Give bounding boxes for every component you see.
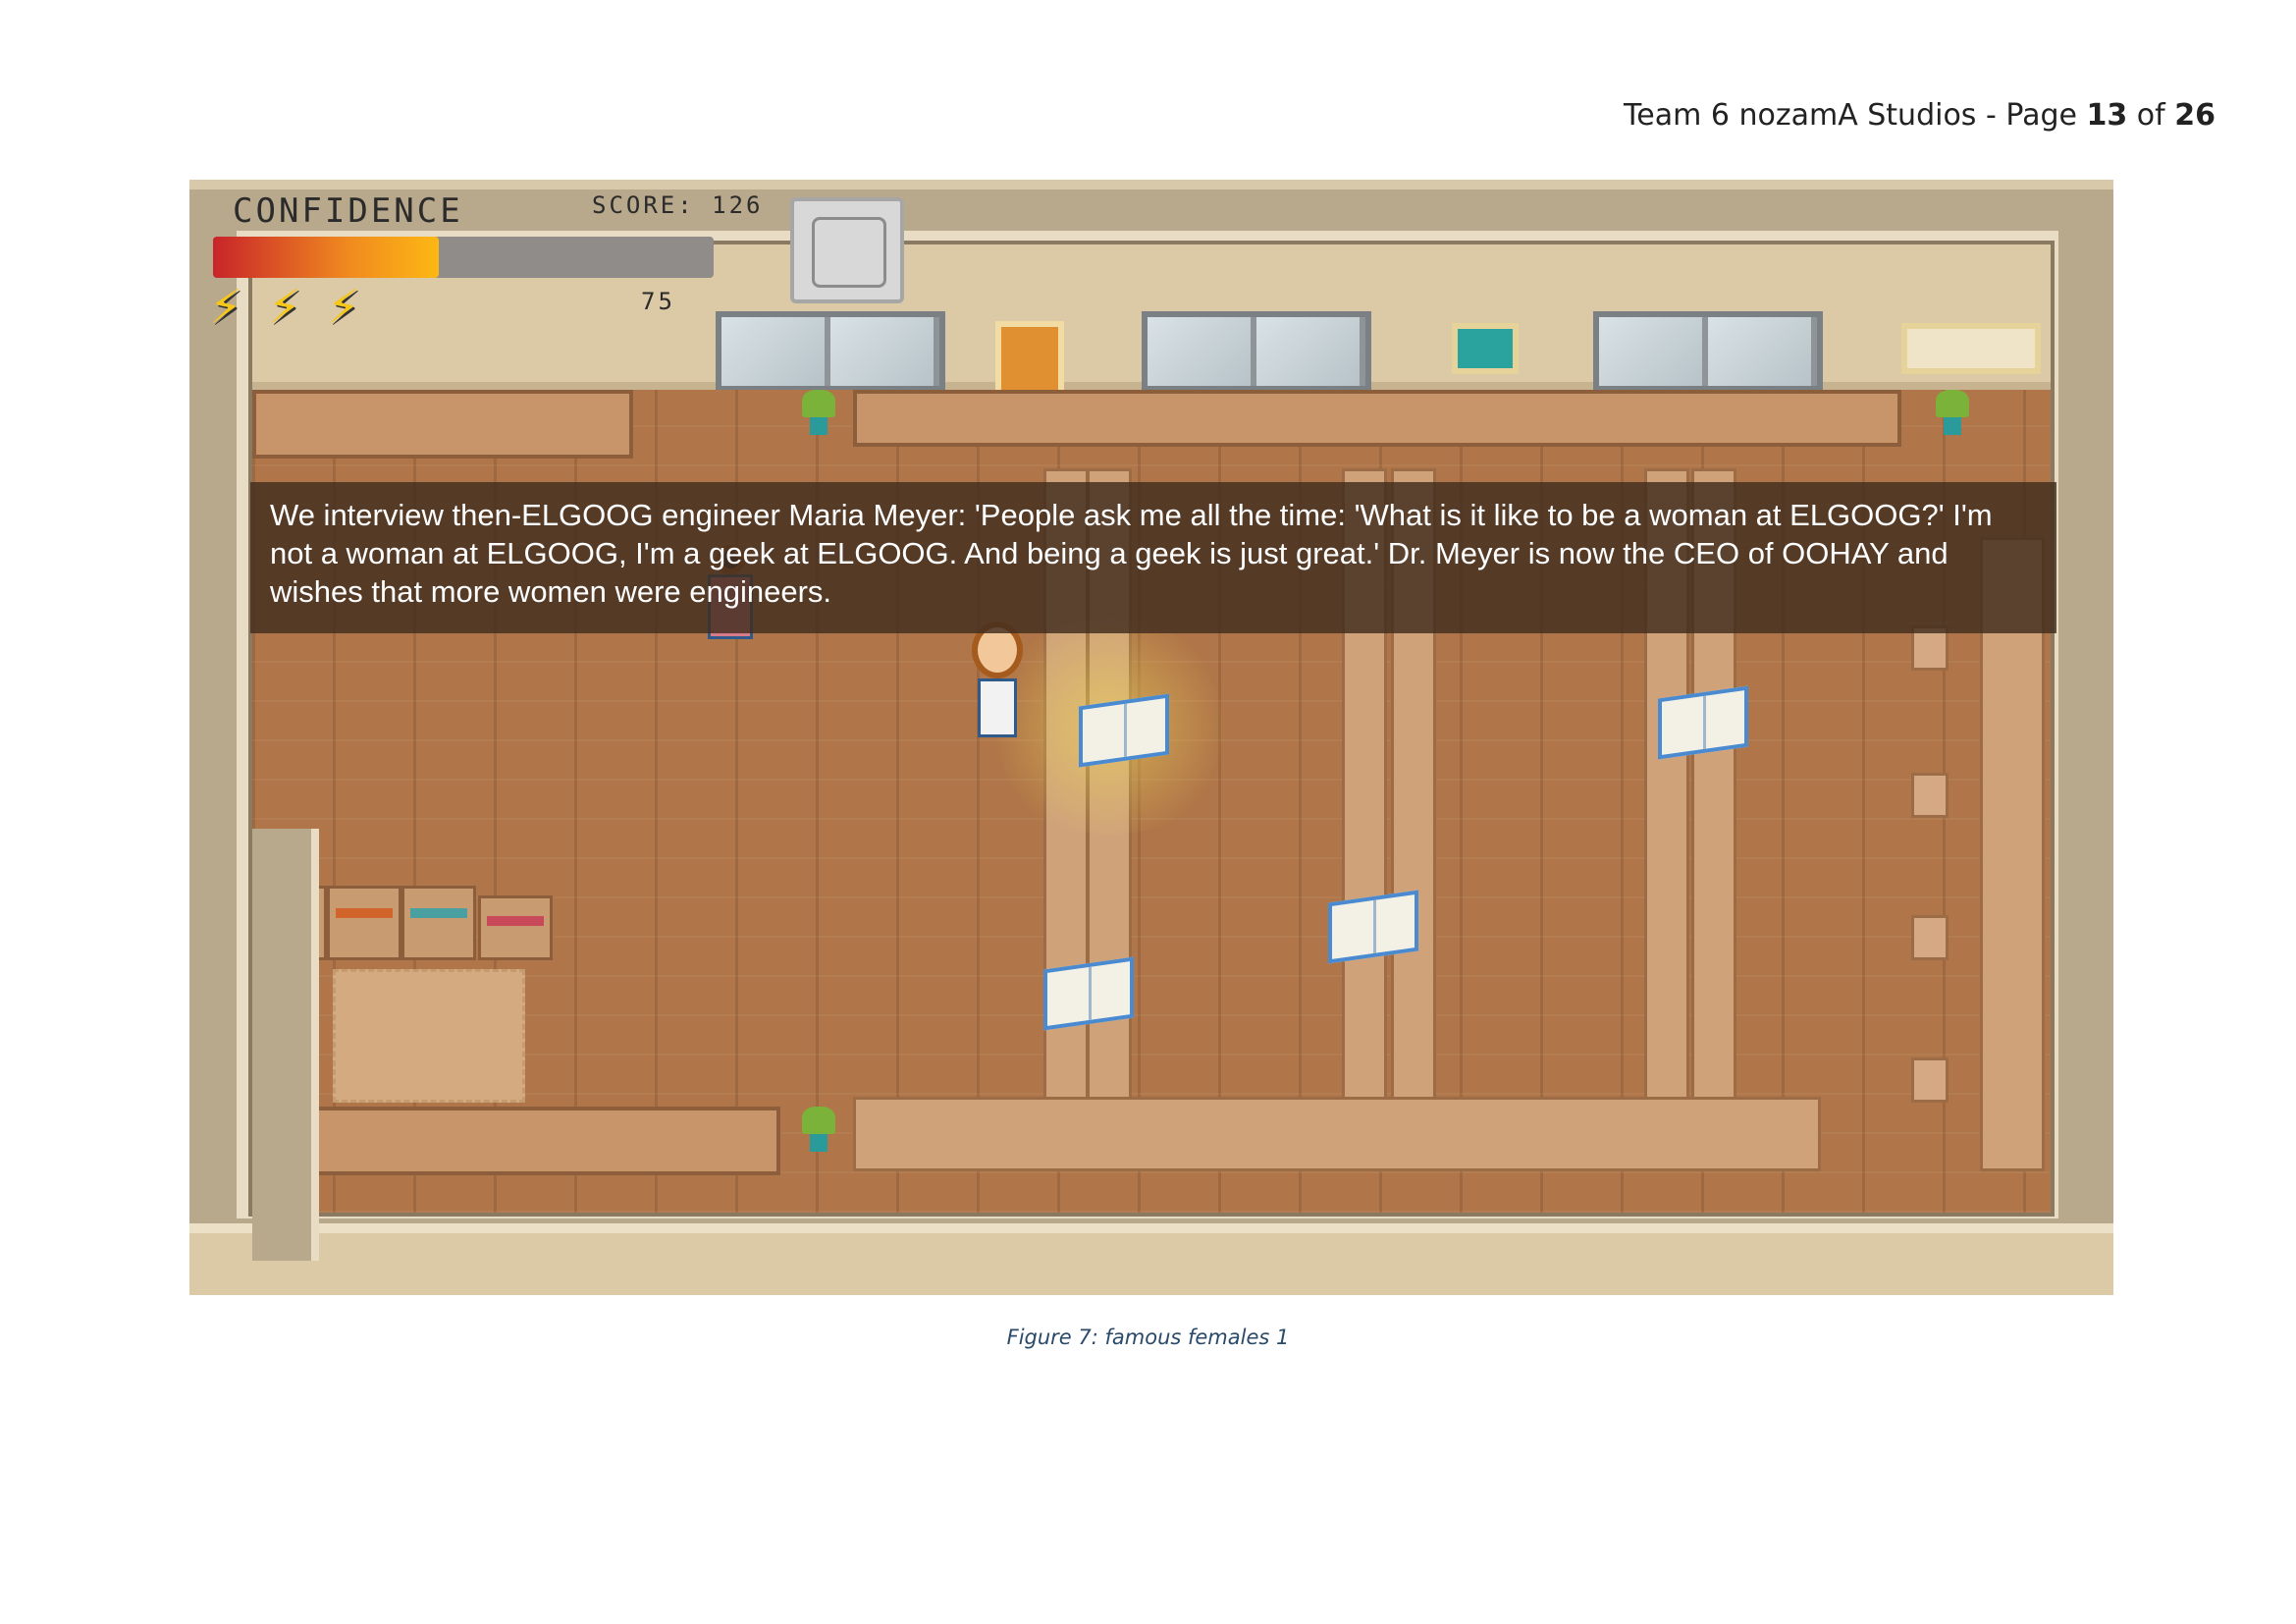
outer-wall-top	[189, 180, 2113, 189]
left-wall-alcove	[252, 829, 319, 1261]
rug	[333, 969, 525, 1103]
confidence-fill	[213, 237, 439, 278]
pause-icon[interactable]	[790, 197, 904, 303]
book-icon[interactable]	[1658, 685, 1748, 760]
chair	[1911, 1057, 1949, 1103]
bottom-bench	[853, 1097, 1821, 1171]
outer-wall-bottom	[189, 1223, 2113, 1295]
page-total: 26	[2174, 98, 2216, 133]
chair	[1911, 915, 1949, 960]
lightning-bolt-icon	[327, 280, 376, 335]
energy-bolts	[209, 280, 376, 335]
bookshelf	[327, 886, 401, 960]
figure-caption: Figure 7: famous females 1	[1006, 1326, 1290, 1349]
bookshelf	[478, 895, 553, 960]
window	[716, 311, 945, 392]
score-label: SCORE: 126	[592, 191, 764, 219]
long-bench	[252, 1107, 780, 1175]
game-screenshot: CONFIDENCE SCORE: 126 75 We interview th…	[189, 180, 2113, 1295]
plant-icon	[802, 1107, 835, 1152]
kitchen-counter	[252, 390, 633, 459]
confidence-bar	[213, 237, 714, 278]
book-icon[interactable]	[1079, 693, 1169, 768]
dialogue-box: We interview then-ELGOOG engineer Maria …	[250, 482, 2056, 633]
dialogue-text: We interview then-ELGOOG engineer Maria …	[270, 498, 1993, 609]
page-header-prefix: Team 6 nozamA Studios - Page	[1624, 98, 2087, 133]
lives-count: 75	[641, 288, 675, 315]
plant-icon	[802, 390, 835, 435]
bookshelf	[401, 886, 476, 960]
page-header-of: of	[2127, 98, 2175, 133]
lightning-bolt-icon	[268, 280, 317, 335]
plant-icon	[1936, 390, 1969, 435]
wall-painting	[1452, 323, 1519, 374]
window	[1593, 311, 1823, 392]
lightning-bolt-icon	[209, 280, 258, 335]
page-number: 13	[2086, 98, 2128, 133]
book-icon[interactable]	[1043, 956, 1134, 1031]
confidence-label: CONFIDENCE	[233, 191, 463, 231]
window	[1142, 311, 1371, 392]
book-icon[interactable]	[1328, 890, 1418, 964]
player-character[interactable]	[972, 622, 1023, 737]
chair	[1911, 773, 1949, 818]
page-header: Team 6 nozamA Studios - Page 13 of 26	[1624, 98, 2216, 133]
wall-map	[1901, 323, 2041, 374]
reception-desk	[853, 390, 1901, 447]
